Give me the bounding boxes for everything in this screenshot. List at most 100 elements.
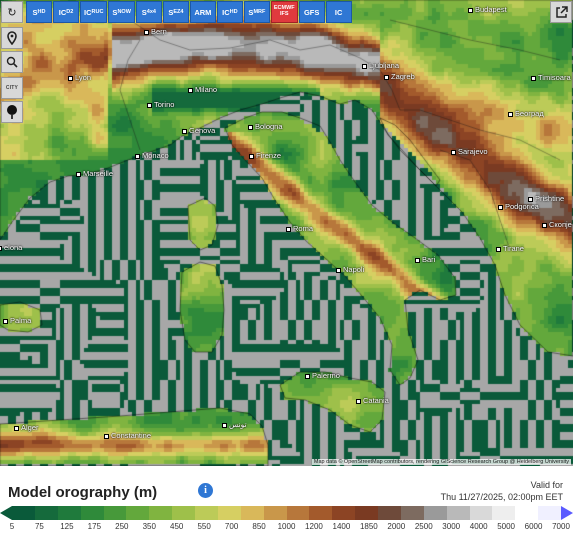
model-button-icd2[interactable]: IC D2	[53, 1, 79, 23]
city-label-firenze: Firenze	[249, 152, 281, 160]
scale-tick-label: 1200	[305, 522, 323, 531]
color-scale	[0, 506, 573, 520]
city-label-sarajevo: Sarajevo	[451, 148, 488, 156]
scale-swatch	[103, 506, 127, 520]
city-label-lyon: Lyon	[68, 74, 91, 82]
model-button-ecmwfifs[interactable]: ECMWF IFS	[270, 1, 298, 23]
scale-tick-label: 7000	[552, 522, 570, 531]
model-button-gfs[interactable]: GFS	[298, 1, 325, 23]
model-button-sublabel: EZ4	[173, 9, 184, 15]
scale-tick-label: 2500	[414, 522, 433, 531]
refresh-icon: ↻	[7, 6, 17, 19]
share-icon	[555, 5, 568, 18]
scale-tick-label: 550	[197, 522, 211, 531]
scale-tick-label: 250	[115, 522, 129, 531]
scale-swatch	[34, 506, 58, 520]
model-button-sublabel: D2	[66, 9, 74, 15]
scale-arrow-left	[0, 506, 12, 520]
scale-tick-label: 4000	[469, 522, 488, 531]
model-button-sublabel: MRF	[253, 9, 266, 15]
scale-tick-label: 1850	[359, 522, 378, 531]
scale-tick-label: 2000	[387, 522, 406, 531]
scale-swatch	[195, 506, 218, 520]
valid-label: Valid for	[530, 480, 563, 490]
locate-button[interactable]	[1, 27, 23, 49]
city-label-palermo: Palermo	[305, 372, 340, 380]
city-label-ljubljana: Ljubljana	[362, 62, 399, 70]
scale-tick-label: 5000	[497, 522, 515, 531]
model-button-sez4[interactable]: S EZ4	[162, 1, 189, 23]
model-button-ic[interactable]: IC	[325, 1, 352, 23]
refresh-button[interactable]: ↻	[1, 1, 23, 23]
model-button-sublabel: 4x4	[146, 9, 156, 15]
city-label-budapest: Budapest	[468, 6, 507, 14]
model-button-label: IC	[334, 7, 343, 17]
marker-icon	[7, 105, 17, 119]
city-toggle-label: CITY	[5, 84, 19, 91]
model-button-icruc[interactable]: IC RUC	[80, 1, 108, 23]
scale-tick-label: 175	[87, 522, 102, 531]
zoom-search-button[interactable]	[1, 51, 23, 73]
city-label-napoli: Napoli	[336, 266, 364, 274]
scale-tick-label: 1400	[332, 522, 351, 531]
scale-swatch	[423, 506, 447, 520]
model-button-snow[interactable]: S NOW	[108, 1, 135, 23]
scale-arrow-right	[561, 506, 573, 520]
scale-swatch	[400, 506, 424, 520]
scale-tick-label: 75	[34, 522, 44, 531]
city-label-milano: Milano	[188, 86, 217, 94]
scale-tick-label: 5	[9, 522, 15, 531]
scale-tick-label: 350	[142, 522, 156, 531]
model-button-sublabel: HD	[229, 9, 238, 15]
city-label-bologna: Bologna	[248, 123, 283, 131]
scale-swatch	[80, 506, 104, 520]
share-button[interactable]	[550, 1, 572, 23]
scale-tick-label: 850	[252, 522, 266, 531]
model-button-s4x4[interactable]: S 4x4	[135, 1, 162, 23]
scale-swatch	[332, 506, 356, 520]
city-label-tunis: تونس	[222, 421, 247, 429]
scale-swatch	[515, 506, 539, 520]
city-label-skopje: Скопје	[542, 221, 572, 229]
city-label-beograd: Београд	[508, 110, 544, 118]
model-button-shd[interactable]: S HD	[26, 1, 52, 23]
scale-swatch	[469, 506, 493, 520]
model-button-ichd[interactable]: IC HD	[216, 1, 243, 23]
marker-button[interactable]	[1, 101, 23, 123]
model-button-label: IC	[222, 7, 230, 17]
legend-panel: Model orography (m) i Valid for Thu 11/2…	[0, 466, 573, 538]
city-label-barcelona: elona	[0, 244, 22, 252]
city-label-tirane: Tirane	[496, 245, 524, 253]
city-label-zagreb: Zagreb	[384, 73, 415, 81]
map-canvas[interactable]: Bern Budapest Lyon Milano Ljubljana Zagr…	[0, 0, 573, 466]
info-icon[interactable]: i	[198, 483, 213, 498]
scale-swatch	[57, 506, 81, 520]
scale-swatch	[355, 506, 378, 520]
scale-swatch	[286, 506, 310, 520]
model-button-sublabel: RUC	[91, 9, 104, 15]
model-button-smrf[interactable]: S MRF	[243, 1, 270, 23]
city-label-constantine: Constantine	[104, 432, 151, 440]
model-button-arm[interactable]: ARM	[189, 1, 216, 23]
model-button-sublabel: NOW	[117, 9, 131, 15]
scale-swatch	[446, 506, 470, 520]
scale-swatch	[378, 506, 401, 520]
model-button-sublabel: HD	[37, 9, 46, 15]
city-label-bern: Bern	[144, 28, 167, 36]
scale-tick-label: 1000	[277, 522, 296, 531]
model-button-label: GFS	[303, 7, 320, 17]
map-attribution: Map data © OpenStreetMap contributors, r…	[311, 459, 571, 465]
scale-swatch	[217, 506, 241, 520]
city-label-bari: Bari	[415, 256, 435, 264]
scale-swatch	[309, 506, 333, 520]
scale-swatch	[263, 506, 287, 520]
city-label-timisoara: Timisoara	[531, 74, 571, 82]
model-button-label: IC	[58, 7, 67, 17]
city-toggle-button[interactable]: CITY	[1, 77, 23, 99]
scale-swatch	[538, 506, 561, 520]
valid-time: Valid for Thu 11/27/2025, 02:00pm EET	[441, 480, 563, 503]
city-label-genova: Genova	[182, 127, 215, 135]
city-label-podgorica: Podgorica	[498, 203, 539, 211]
city-label-alger: Alger	[14, 424, 39, 432]
scale-tick-label: 700	[224, 522, 239, 531]
